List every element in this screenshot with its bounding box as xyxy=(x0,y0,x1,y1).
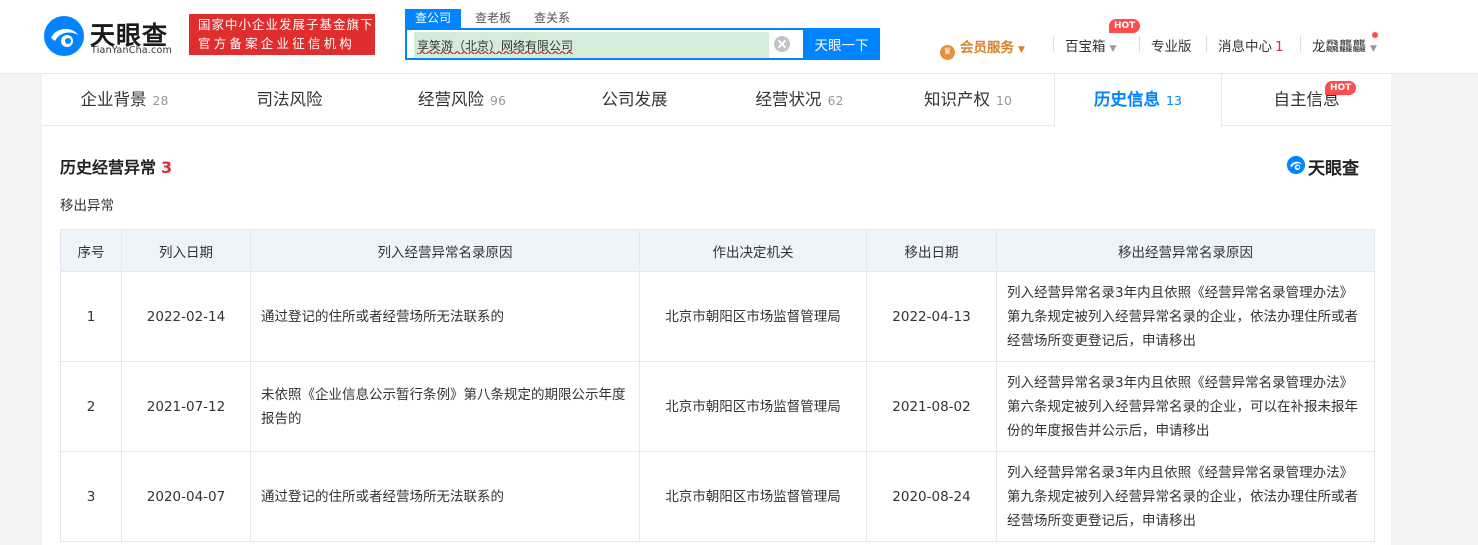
cell-out-reason: 列入经营异常名录3年内且依照《经营异常名录管理办法》第六条规定被列入经营异常名录… xyxy=(996,361,1375,452)
cell-in-date: 2021-07-12 xyxy=(121,361,251,452)
logo-eye-icon xyxy=(1286,155,1306,175)
cell-out-date: 2022-04-13 xyxy=(866,271,997,362)
tab-label: 知识产权 xyxy=(924,90,991,109)
cell-no: 2 xyxy=(60,361,122,452)
tab-label: 司法风险 xyxy=(256,90,323,109)
toolbox-menu[interactable]: 百宝箱 ▼ xyxy=(1065,35,1117,55)
main-card: 企业背景 28 司法风险 经营风险 96 公司发展 经营状况 62 知识产权 10 历史… xyxy=(42,74,1391,545)
brand-domain: TianYanCha.com xyxy=(91,45,172,56)
nav-divider xyxy=(1206,36,1207,52)
cell-out-date: 2021-08-02 xyxy=(866,361,997,452)
tab-judicial-risk[interactable]: 司法风险 xyxy=(207,74,372,126)
cell-in-reason: 通过登记的住所或者经营场所无法联系的 xyxy=(250,271,640,362)
col-header-in-date: 列入日期 xyxy=(121,229,251,272)
cell-in-date: 2020-04-07 xyxy=(121,451,251,542)
search-box xyxy=(405,28,803,60)
notification-dot xyxy=(1372,32,1378,38)
badge-line-1: 国家中小企业发展子基金旗下 xyxy=(198,17,374,32)
clear-icon[interactable] xyxy=(774,36,790,52)
search-input[interactable] xyxy=(414,32,769,58)
crown-icon: ♛ xyxy=(940,45,955,60)
tab-count: 62 xyxy=(827,93,844,108)
col-header-out-reason: 移出经营异常名录原因 xyxy=(996,229,1375,272)
col-header-out-date: 移出日期 xyxy=(866,229,997,272)
tab-count: 10 xyxy=(996,93,1012,108)
col-header-no: 序号 xyxy=(60,229,122,272)
tab-operating-status[interactable]: 经营状况 62 xyxy=(717,74,882,126)
message-center-label: 消息中心 xyxy=(1218,39,1272,55)
tab-self-info[interactable]: 自主信息 xyxy=(1222,74,1391,126)
user-name: 龙飝龘龘 xyxy=(1312,39,1366,55)
cell-authority[interactable]: 北京市朝阳区市场监督管理局 xyxy=(639,451,867,542)
hot-badge: HOT xyxy=(1109,19,1141,33)
tab-company-development[interactable]: 公司发展 xyxy=(552,74,717,126)
table-row: 3 2020-04-07 通过登记的住所或者经营场所无法联系的 北京市朝阳区市场… xyxy=(60,451,1375,542)
user-menu[interactable]: 龙飝龘龘 ▼ xyxy=(1312,35,1377,55)
cell-in-reason: 通过登记的住所或者经营场所无法联系的 xyxy=(250,451,640,542)
cell-no: 3 xyxy=(60,451,122,542)
watermark-text: 天眼查 xyxy=(1308,159,1359,179)
pro-version-link[interactable]: 专业版 xyxy=(1151,35,1192,55)
section-title-text: 历史经营异常 xyxy=(60,158,157,177)
tab-count: 28 xyxy=(152,93,169,108)
cell-no: 1 xyxy=(60,271,122,362)
tab-label: 公司发展 xyxy=(601,90,668,109)
caret-down-icon: ▼ xyxy=(1018,45,1025,55)
caret-down-icon: ▼ xyxy=(1370,44,1377,54)
tab-count: 13 xyxy=(1166,93,1182,108)
search-button[interactable]: 天眼一下 xyxy=(803,28,880,60)
col-header-in-reason: 列入经营异常名录原因 xyxy=(250,229,640,272)
brand-logo[interactable]: 天眼查 TianYanCha.com xyxy=(42,14,182,58)
cell-out-reason: 列入经营异常名录3年内且依照《经营异常名录管理办法》第九条规定被列入经营异常名录… xyxy=(996,271,1375,362)
vip-label: 会员服务 xyxy=(960,40,1014,56)
cell-authority[interactable]: 北京市朝阳区市场监督管理局 xyxy=(639,271,867,362)
section-title: 历史经营异常 3 xyxy=(60,154,172,178)
category-tabs: 企业背景 28 司法风险 经营风险 96 公司发展 经营状况 62 知识产权 10 历史… xyxy=(42,74,1391,127)
search-tab-relation[interactable]: 查关系 xyxy=(534,9,570,29)
table-header-row: 序号 列入日期 列入经营异常名录原因 作出决定机关 移出日期 移出经营异常名录原… xyxy=(60,229,1375,272)
tab-operating-risk[interactable]: 经营风险 96 xyxy=(372,74,552,126)
tab-label: 经营风险 xyxy=(418,90,485,109)
section-count: 3 xyxy=(161,158,173,177)
message-center-link[interactable]: 消息中心 1 xyxy=(1218,35,1284,55)
tab-history-info[interactable]: 历史信息 13 xyxy=(1054,74,1222,127)
nav-divider xyxy=(1053,36,1054,52)
message-count: 1 xyxy=(1275,39,1284,55)
search-tab-company[interactable]: 查公司 xyxy=(405,9,462,29)
tab-label: 历史信息 xyxy=(1094,90,1161,109)
badge-line-2: 官方备案企业征信机构 xyxy=(198,36,356,51)
top-header: 天眼查 TianYanCha.com 国家中小企业发展子基金旗下 官方备案企业征… xyxy=(0,0,1478,74)
col-header-authority: 作出决定机关 xyxy=(639,229,867,272)
cell-out-reason: 列入经营异常名录3年内且依照《经营异常名录管理办法》第九条规定被列入经营异常名录… xyxy=(996,451,1375,542)
tab-intellectual-property[interactable]: 知识产权 10 xyxy=(882,74,1054,126)
hot-badge: HOT xyxy=(1325,81,1357,95)
tab-count: 96 xyxy=(490,93,506,108)
cell-out-date: 2020-08-24 xyxy=(866,451,997,542)
tab-enterprise-background[interactable]: 企业背景 28 xyxy=(42,74,207,126)
caret-down-icon: ▼ xyxy=(1109,44,1117,54)
nav-divider xyxy=(1139,36,1140,52)
logo-eye-icon xyxy=(44,16,84,56)
table-row: 2 2021-07-12 未依照《企业信息公示暂行条例》第八条规定的期限公示年度… xyxy=(60,361,1375,452)
subsection-label: 移出异常 xyxy=(60,198,114,214)
table-row: 1 2022-02-14 通过登记的住所或者经营场所无法联系的 北京市朝阳区市场… xyxy=(60,271,1375,362)
official-badge: 国家中小企业发展子基金旗下 官方备案企业征信机构 xyxy=(189,14,375,55)
abnormal-history-table: 序号 列入日期 列入经营异常名录原因 作出决定机关 移出日期 移出经营异常名录原… xyxy=(60,229,1375,542)
cell-in-reason: 未依照《企业信息公示暂行条例》第八条规定的期限公示年度报告的 xyxy=(250,361,640,452)
tab-label: 经营状况 xyxy=(755,90,822,109)
toolbox-label: 百宝箱 xyxy=(1065,39,1106,55)
cell-in-date: 2022-02-14 xyxy=(121,271,251,362)
tab-label: 企业背景 xyxy=(80,90,147,109)
cell-authority[interactable]: 北京市朝阳区市场监督管理局 xyxy=(639,361,867,452)
search-tab-boss[interactable]: 查老板 xyxy=(475,9,511,29)
vip-service-menu[interactable]: ♛ 会员服务 ▼ xyxy=(940,36,1025,60)
nav-divider xyxy=(1300,36,1301,52)
